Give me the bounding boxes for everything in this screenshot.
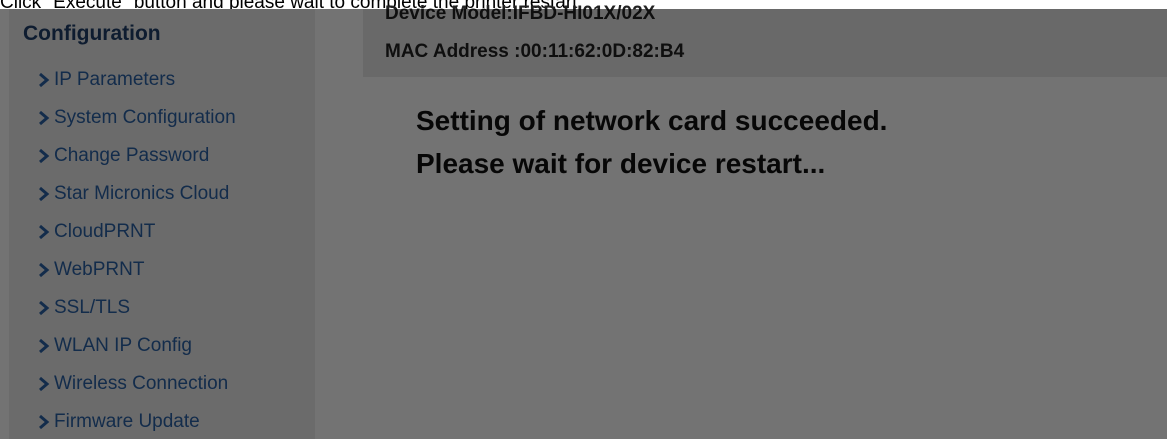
sidebar-menu: IP Parameters System Configuration Chang… [37, 61, 236, 439]
chevron-right-icon [37, 338, 50, 354]
sidebar-item-star-micronics-cloud[interactable]: Star Micronics Cloud [37, 175, 236, 213]
chevron-right-icon [37, 262, 50, 278]
chevron-right-icon [37, 300, 50, 316]
mac-address: MAC Address :00:11:62:0D:82:B4 [385, 41, 685, 62]
sidebar-item-wlan-ip-config[interactable]: WLAN IP Config [37, 327, 236, 365]
sidebar-item-ip-parameters[interactable]: IP Parameters [37, 61, 236, 99]
sidebar-item-label: System Configuration [54, 107, 236, 128]
sidebar-item-label: Change Password [54, 145, 210, 166]
chevron-right-icon [37, 224, 50, 240]
sidebar-item-system-configuration[interactable]: System Configuration [37, 99, 236, 137]
chevron-right-icon [37, 148, 50, 164]
sidebar-item-label: SSL/TLS [54, 297, 131, 318]
sidebar-item-label: CloudPRNT [54, 221, 156, 242]
sidebar-item-label: WebPRNT [54, 259, 145, 280]
status-message-restart: Please wait for device restart... [416, 148, 826, 179]
device-info-panel: Device Model:IFBD-HI01X/02X MAC Address … [363, 3, 1167, 77]
sidebar-item-wireless-connection[interactable]: Wireless Connection [37, 365, 236, 403]
screen: Click "Execute" button and please wait t… [0, 0, 1167, 439]
sidebar-item-cloudprnt[interactable]: CloudPRNT [37, 213, 236, 251]
chevron-right-icon [37, 186, 50, 202]
device-model: Device Model:IFBD-HI01X/02X [385, 3, 656, 24]
sidebar-item-ssl-tls[interactable]: SSL/TLS [37, 289, 236, 327]
web-page: Configuration IP Parameters System Confi… [9, 3, 1167, 439]
chevron-right-icon [37, 72, 50, 88]
sidebar-item-firmware-update[interactable]: Firmware Update [37, 403, 236, 439]
sidebar-item-label: Firmware Update [54, 411, 200, 432]
sidebar-item-label: IP Parameters [54, 69, 176, 90]
chevron-right-icon [37, 376, 50, 392]
sidebar-item-webprnt[interactable]: WebPRNT [37, 251, 236, 289]
sidebar-item-label: Wireless Connection [54, 373, 229, 394]
main-content: Device Model:IFBD-HI01X/02X MAC Address … [315, 3, 1167, 439]
sidebar-title: Configuration [23, 22, 161, 45]
chevron-right-icon [37, 414, 50, 430]
sidebar-item-label: WLAN IP Config [54, 335, 192, 356]
sidebar-item-change-password[interactable]: Change Password [37, 137, 236, 175]
status-message-success: Setting of network card succeeded. [416, 105, 888, 136]
chevron-right-icon [37, 110, 50, 126]
sidebar-item-label: Star Micronics Cloud [54, 183, 230, 204]
sidebar: Configuration IP Parameters System Confi… [9, 9, 315, 439]
